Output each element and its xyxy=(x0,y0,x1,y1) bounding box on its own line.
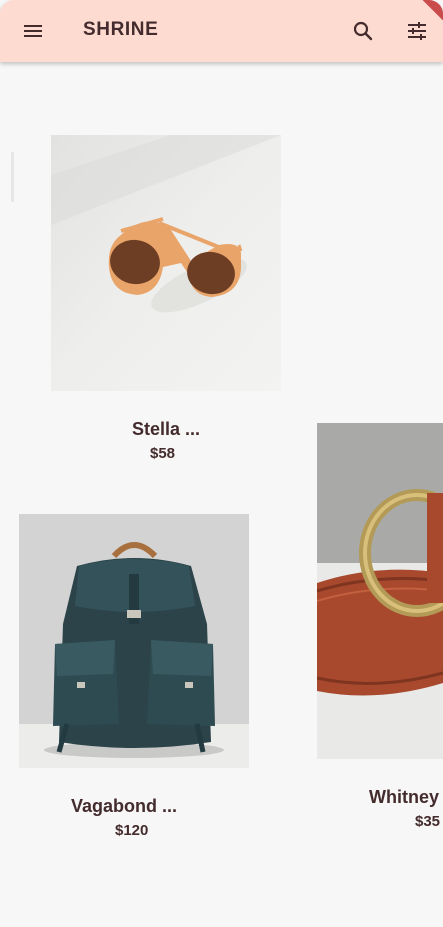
scroll-indicator[interactable] xyxy=(11,152,14,202)
search-icon xyxy=(353,21,373,41)
app-bar: SHRINE xyxy=(0,0,443,62)
product-price: $58 xyxy=(150,445,176,462)
product-image-sunglasses xyxy=(51,135,281,391)
product-name: Stella ... xyxy=(131,419,201,439)
app-title: SHRINE xyxy=(83,19,159,40)
product-price: $35 xyxy=(415,813,441,830)
product-name: Vagabond ... xyxy=(70,796,177,816)
tune-icon xyxy=(408,22,426,40)
product-image-belt xyxy=(317,423,443,759)
product-image-backpack xyxy=(19,514,249,768)
search-button[interactable] xyxy=(342,10,384,52)
filter-button[interactable] xyxy=(396,10,438,52)
product-name: Whitney xyxy=(369,787,439,807)
product-price: $120 xyxy=(115,822,149,839)
menu-icon xyxy=(24,25,42,37)
menu-button[interactable] xyxy=(12,10,54,52)
